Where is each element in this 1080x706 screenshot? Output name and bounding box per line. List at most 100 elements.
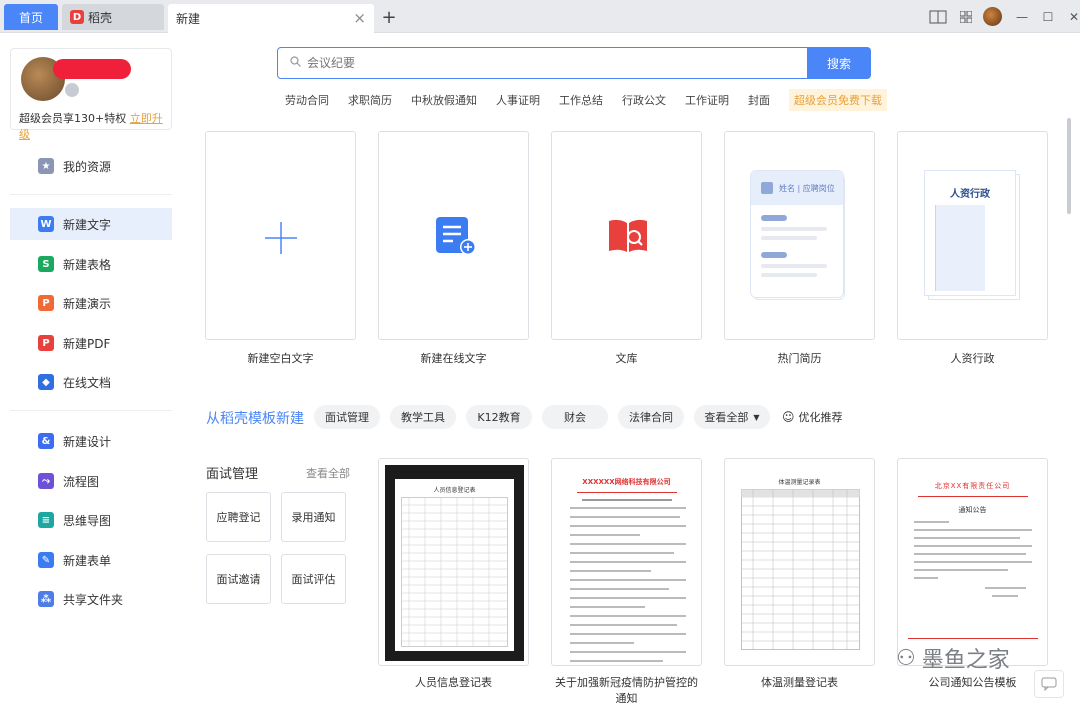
- hot-tag[interactable]: 人事证明: [496, 92, 540, 108]
- chip-k12[interactable]: K12教育: [466, 405, 532, 429]
- sidebar-item-label: 新建表格: [63, 257, 112, 272]
- chip-legal[interactable]: 法律合同: [618, 405, 684, 429]
- see-all-link[interactable]: 查看全部: [306, 465, 350, 481]
- tab-new[interactable]: 新建 ×: [168, 4, 374, 33]
- temperature-table-grid: [741, 489, 860, 650]
- sidebar-item-label: 新建文字: [63, 217, 112, 232]
- search-icon: [290, 56, 301, 70]
- chip-finance[interactable]: 财会: [542, 405, 608, 429]
- reader-mode-icon[interactable]: [928, 7, 948, 27]
- doc-template-temperature-log[interactable]: 体温测量记录表: [724, 458, 875, 666]
- chip-view-all[interactable]: 查看全部 ▼: [694, 405, 770, 429]
- interview-evaluation-button[interactable]: 面试评估: [281, 554, 346, 604]
- window-controls: — ☐ ✕: [928, 0, 1080, 33]
- close-icon[interactable]: ×: [353, 9, 366, 27]
- search-input[interactable]: [307, 56, 787, 70]
- hot-tag[interactable]: 行政公文: [622, 92, 666, 108]
- vip-free-download-tag[interactable]: 超级会员免费下载: [789, 89, 887, 111]
- card-label: 新建空白文字: [247, 352, 314, 365]
- doc-body-lines: [570, 507, 686, 665]
- doc-template-personnel-form[interactable]: 人员信息登记表: [378, 458, 529, 666]
- sidebar-item-new-design[interactable]: & 新建设计: [10, 425, 172, 457]
- doc-template-company-notice[interactable]: 北京XX有限责任公司 通知公告: [897, 458, 1048, 666]
- s-icon: S: [38, 256, 54, 272]
- w-icon: W: [38, 216, 54, 232]
- user-card[interactable]: 超级会员享130+特权 立即升级: [10, 48, 172, 141]
- flowchart-icon: ⤳: [38, 473, 54, 489]
- hot-resume-card[interactable]: 姓名 | 应聘岗位: [724, 131, 875, 340]
- hot-tag[interactable]: 求职简历: [348, 92, 392, 108]
- share-folder-icon: ⁂: [38, 591, 54, 607]
- sidebar-item-label: 我的资源: [63, 159, 112, 174]
- sidebar-item-new-form[interactable]: ✎ 新建表单: [10, 544, 172, 576]
- divider: [10, 194, 172, 195]
- doc-heading: XXXXXX网络科技有限公司: [582, 478, 671, 486]
- hot-tag[interactable]: 中秋放假通知: [411, 92, 477, 108]
- optimize-recommend[interactable]: ☺ 优化推荐: [782, 405, 843, 429]
- online-doc-icon: [436, 217, 476, 255]
- pdf-icon: P: [38, 335, 54, 351]
- new-blank-doc-card[interactable]: [205, 131, 356, 340]
- form-grid: [401, 497, 508, 647]
- hot-tag[interactable]: 劳动合同: [285, 92, 329, 108]
- new-online-doc-card[interactable]: [378, 131, 529, 340]
- interview-title: 面试管理: [206, 467, 259, 482]
- maximize-icon[interactable]: ☐: [1038, 7, 1058, 27]
- sidebar-item-shared-folder[interactable]: ⁂ 共享文件夹: [10, 583, 172, 615]
- tab-home[interactable]: 首页: [4, 4, 58, 30]
- star-icon: ★: [38, 158, 54, 174]
- hot-tag[interactable]: 工作证明: [685, 92, 729, 108]
- library-card[interactable]: [551, 131, 702, 340]
- sidebar-item-new-pdf[interactable]: P 新建PDF: [10, 327, 172, 359]
- interview-invite-button[interactable]: 面试邀请: [206, 554, 271, 604]
- sidebar-item-mindmap[interactable]: ≡ 思维导图: [10, 504, 172, 536]
- tab-daoke[interactable]: D 稻壳: [62, 4, 164, 30]
- doc-label: 关于加强新冠疫情防护管控的通知: [555, 676, 698, 705]
- doc-template-covid-notice[interactable]: XXXXXX网络科技有限公司: [551, 458, 702, 666]
- sidebar: 超级会员享130+特权 立即升级 ★ 我的资源 W 新建文字 S 新建表格 P …: [0, 34, 180, 704]
- sidebar-item-new-spreadsheet[interactable]: S 新建表格: [10, 248, 172, 280]
- chip-teaching[interactable]: 教学工具: [390, 405, 456, 429]
- sidebar-item-label: 新建设计: [63, 434, 112, 449]
- doc-subheading: 通知公告: [958, 506, 987, 514]
- grid-apps-icon[interactable]: [956, 7, 976, 27]
- wechat-icon: ⚇: [896, 645, 916, 671]
- vip-text: 超级会员享130+特权: [19, 112, 127, 125]
- watermark: ⚇ 墨鱼之家: [896, 640, 1010, 676]
- sidebar-item-my-resources[interactable]: ★ 我的资源: [10, 150, 172, 182]
- search-button[interactable]: 搜索: [807, 47, 871, 79]
- doc-label: 体温测量登记表: [761, 676, 838, 689]
- doc-label: 公司通知公告模板: [928, 676, 1017, 689]
- window-close-icon[interactable]: ✕: [1064, 7, 1080, 27]
- sidebar-item-online-docs[interactable]: ◆ 在线文档: [10, 366, 172, 398]
- doc-frame: 人员信息登记表: [385, 465, 524, 661]
- doc-heading: 体温测量记录表: [778, 479, 821, 486]
- person-icon: [761, 182, 773, 194]
- card-label: 热门简历: [777, 352, 822, 365]
- chip-interview[interactable]: 面试管理: [314, 405, 380, 429]
- vertical-scrollbar[interactable]: [1067, 118, 1071, 214]
- search-box: [277, 47, 808, 79]
- hot-tag[interactable]: 工作总结: [559, 92, 603, 108]
- application-registration-button[interactable]: 应聘登记: [206, 492, 271, 542]
- card-label: 文库: [615, 352, 638, 365]
- template-section-title: 从稻壳模板新建: [206, 411, 304, 427]
- sidebar-item-flowchart[interactable]: ⤳ 流程图: [10, 465, 172, 497]
- card-label: 人资行政: [950, 352, 995, 365]
- sidebar-item-new-presentation[interactable]: P 新建演示: [10, 287, 172, 319]
- feedback-chat-icon[interactable]: [1034, 670, 1064, 698]
- doc-label: 人员信息登记表: [415, 676, 492, 689]
- new-tab-plus-icon[interactable]: +: [380, 4, 398, 30]
- resume-name-field: 姓名 | 应聘岗位: [779, 183, 835, 193]
- user-avatar-icon[interactable]: [982, 7, 1002, 27]
- minimize-icon[interactable]: —: [1012, 7, 1032, 27]
- chip-label: 查看全部: [704, 411, 749, 424]
- sidebar-item-new-writer[interactable]: W 新建文字: [10, 208, 173, 240]
- hot-tag[interactable]: 封面: [748, 92, 770, 108]
- card-label: 新建在线文字: [420, 352, 487, 365]
- sidebar-item-label: 新建PDF: [63, 336, 111, 351]
- hr-admin-card[interactable]: 人资行政: [897, 131, 1048, 340]
- design-icon: &: [38, 433, 54, 449]
- daoke-logo-icon: D: [70, 10, 84, 24]
- offer-notice-button[interactable]: 录用通知: [281, 492, 346, 542]
